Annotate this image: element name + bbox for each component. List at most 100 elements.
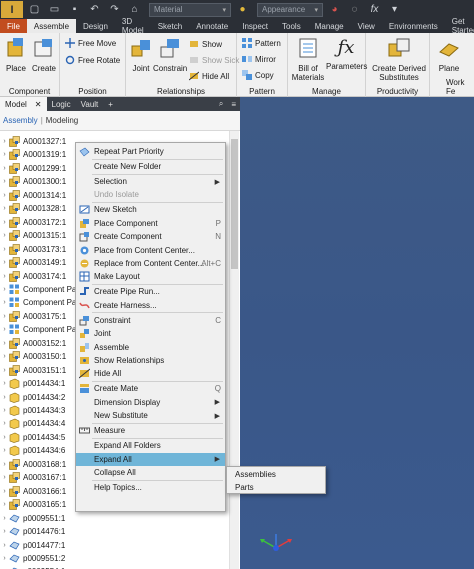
work-features-panel-title[interactable]: Work Fe <box>430 78 474 96</box>
chevron-right-icon[interactable]: › <box>0 380 9 387</box>
chevron-right-icon[interactable]: › <box>0 138 9 145</box>
menu-item-help-topics[interactable]: Help Topics... <box>76 481 225 494</box>
appearance-select[interactable]: Appearance ▾ <box>257 2 323 17</box>
add-tab-icon[interactable]: + <box>103 97 118 111</box>
chevron-down-icon[interactable]: ▾ <box>386 2 403 17</box>
tab-3d-model[interactable]: 3D Model <box>115 17 151 35</box>
menu-item-create-harness[interactable]: Create Harness... <box>76 299 225 312</box>
browser-scrollbar[interactable] <box>229 131 239 569</box>
chevron-right-icon[interactable]: › <box>0 555 9 562</box>
pattern-panel-title[interactable]: Pattern <box>237 87 287 96</box>
chevron-right-icon[interactable]: › <box>0 407 9 414</box>
app-logo[interactable]: I <box>1 1 23 18</box>
menu-item-constraint[interactable]: Constraint C <box>76 314 225 327</box>
show-button[interactable]: Show <box>189 38 222 50</box>
pattern-button[interactable]: Pattern <box>242 37 281 49</box>
chevron-right-icon[interactable]: › <box>0 232 9 239</box>
menu-item-replace-from-content-center[interactable]: Replace from Content Center... Alt+C <box>76 257 225 270</box>
free-move-button[interactable]: Free Move <box>65 37 116 49</box>
menu-item-create-pipe-run[interactable]: Create Pipe Run... <box>76 285 225 298</box>
menu-item-create-component[interactable]: Create Component N <box>76 230 225 243</box>
bill-of-materials-button[interactable]: Bill of Materials <box>290 36 326 82</box>
menu-item-repeat-part-priority[interactable]: Repeat Part Priority <box>76 145 225 158</box>
tab-manage[interactable]: Manage <box>308 19 351 33</box>
tab-inspect[interactable]: Inspect <box>235 19 275 33</box>
redo-icon[interactable]: ↷ <box>106 2 123 17</box>
chevron-right-icon[interactable]: › <box>0 273 9 280</box>
component-panel-title[interactable]: Component <box>0 87 59 96</box>
chevron-right-icon[interactable]: › <box>0 367 9 374</box>
tree-row[interactable]: ›p0009554:1 <box>0 565 240 569</box>
productivity-panel-title[interactable]: Productivity <box>366 87 429 96</box>
position-panel-title[interactable]: Position <box>60 87 125 96</box>
tab-vault[interactable]: Vault <box>76 97 104 111</box>
menu-item-selection[interactable]: Selection ▶ <box>76 175 225 188</box>
search-icon[interactable]: ⌕ <box>219 99 223 109</box>
assembly-view-link[interactable]: Assembly <box>3 116 38 125</box>
chevron-right-icon[interactable]: › <box>0 447 9 454</box>
chevron-right-icon[interactable]: › <box>0 178 9 185</box>
manage-panel-title[interactable]: Manage <box>288 87 365 96</box>
tab-tools[interactable]: Tools <box>275 19 308 33</box>
chevron-right-icon[interactable]: › <box>0 515 9 522</box>
home-icon[interactable]: ⌂ <box>126 2 143 17</box>
menu-item-measure[interactable]: Measure <box>76 424 225 437</box>
chevron-right-icon[interactable]: › <box>0 313 9 320</box>
chevron-right-icon[interactable]: › <box>0 205 9 212</box>
place-button[interactable]: Place <box>1 36 31 73</box>
chevron-right-icon[interactable]: › <box>0 219 9 226</box>
tab-file[interactable]: File <box>0 19 27 33</box>
chevron-right-icon[interactable]: › <box>0 420 9 427</box>
plane-button[interactable]: Plane <box>434 36 464 73</box>
chevron-right-icon[interactable]: › <box>0 528 9 535</box>
chevron-right-icon[interactable]: › <box>0 259 9 266</box>
undo-icon[interactable]: ↶ <box>86 2 103 17</box>
chevron-right-icon[interactable]: › <box>0 353 9 360</box>
chevron-right-icon[interactable]: › <box>0 488 9 495</box>
menu-item-place-from-content-center[interactable]: Place from Content Center... <box>76 244 225 257</box>
tab-annotate[interactable]: Annotate <box>189 19 235 33</box>
graphics-window[interactable] <box>240 97 474 569</box>
chevron-right-icon[interactable]: › <box>0 151 9 158</box>
menu-icon[interactable]: ≡ <box>231 100 236 109</box>
color-wheel-icon[interactable]: ◕ <box>326 2 343 17</box>
menu-item-hide-all[interactable]: Hide All <box>76 367 225 380</box>
clear-appearance-icon[interactable]: ◌ <box>346 2 363 17</box>
menu-item-make-layout[interactable]: Make Layout <box>76 270 225 283</box>
parameters-button[interactable]: ƒx Parameters <box>326 36 367 71</box>
new-icon[interactable]: ▢ <box>26 2 43 17</box>
chevron-right-icon[interactable]: › <box>0 394 9 401</box>
tab-model[interactable]: Model ✕ <box>0 97 47 111</box>
relationships-panel-title[interactable]: Relationships <box>126 87 236 96</box>
copy-button[interactable]: Copy <box>242 69 274 81</box>
chevron-right-icon[interactable]: › <box>0 286 9 293</box>
appearance-icon[interactable]: ● <box>234 2 251 17</box>
chevron-right-icon[interactable]: › <box>0 165 9 172</box>
chevron-right-icon[interactable]: › <box>0 192 9 199</box>
scrollbar-thumb[interactable] <box>231 139 238 269</box>
menu-item-new-substitute[interactable]: New Substitute ▶ <box>76 409 225 422</box>
tab-get-started[interactable]: Get Started <box>445 17 474 35</box>
submenu-item-parts[interactable]: Parts <box>235 483 254 492</box>
chevron-right-icon[interactable]: › <box>0 340 9 347</box>
menu-item-new-sketch[interactable]: New Sketch <box>76 203 225 216</box>
menu-item-collapse-all[interactable]: Collapse All <box>76 466 225 479</box>
tree-row[interactable]: › p0009551:1 <box>0 512 240 525</box>
modeling-view-link[interactable]: Modeling <box>46 116 78 125</box>
menu-item-expand-all[interactable]: Expand All ▶ <box>76 452 225 466</box>
tree-row[interactable]: › p0014477:1 <box>0 539 240 552</box>
chevron-right-icon[interactable]: › <box>0 542 9 549</box>
chevron-right-icon[interactable]: › <box>0 299 9 306</box>
tab-logic[interactable]: Logic <box>47 97 76 111</box>
chevron-right-icon[interactable]: › <box>0 461 9 468</box>
chevron-right-icon[interactable]: › <box>0 474 9 481</box>
create-derived-substitutes-button[interactable]: Create Derived Substitutes <box>368 36 430 82</box>
hide-all-button[interactable]: Hide All <box>189 70 229 82</box>
save-icon[interactable]: ▪ <box>66 2 83 17</box>
menu-item-create-mate[interactable]: Create Mate Q <box>76 382 225 395</box>
menu-item-show-relationships[interactable]: Show Relationships <box>76 354 225 367</box>
constrain-button[interactable]: Constrain <box>153 36 187 73</box>
joint-button[interactable]: Joint <box>126 36 156 73</box>
menu-item-create-new-folder[interactable]: Create New Folder <box>76 160 225 173</box>
chevron-right-icon[interactable]: › <box>0 434 9 441</box>
